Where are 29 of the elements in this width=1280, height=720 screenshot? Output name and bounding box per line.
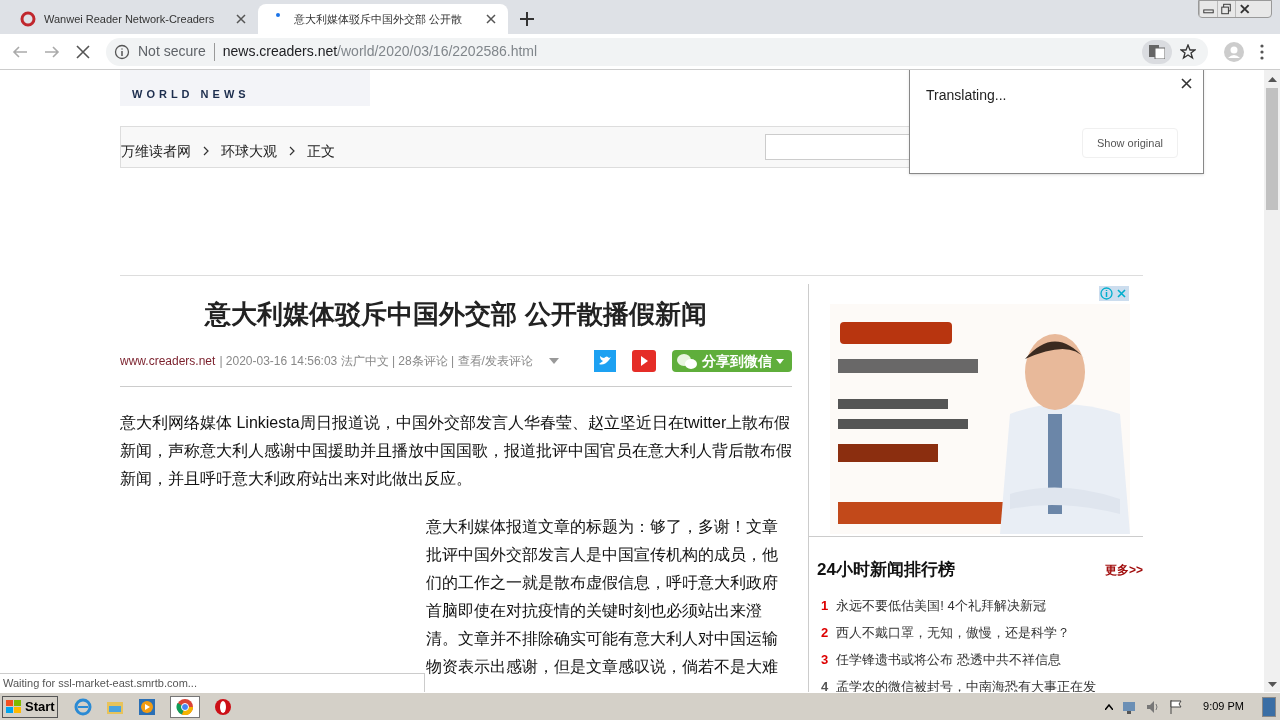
article-paragraph: 意大利媒体报道文章的标题为：够了，多谢！文章批评中国外交部发言人是中国宣传机构的成员，他们的工作之一就是散布虚假信息，呼吁意大利政府首脑即使在对抗疫情的关键时刻也必须站出来澄清。文章并不排除确实可能有意大利人对中国运输物资表示出感谢，但是文章感叹说，倘若不是大难 — [426, 517, 779, 677]
address-bar[interactable]: Not secure news.creaders.net/world/2020/03/16/2202586.html — [106, 37, 1208, 66]
article-title: 意大利媒体驳斥中国外交部 公开散播假新闻 — [203, 298, 708, 331]
start-button[interactable]: Start — [2, 695, 58, 718]
security-label: Not secure — [138, 42, 206, 61]
show-original-button[interactable]: Show original — [1081, 128, 1178, 158]
popup-message: Translating... — [926, 86, 1007, 105]
tab-title: 意大利媒体驳斥中国外交部 公开散 — [294, 11, 464, 27]
rank-number: 2 — [821, 624, 829, 643]
news-link[interactable]: 西人不戴口罩，无知，傲慢，还是科学？ — [836, 623, 1071, 643]
status-bubble: Waiting for ssl-market-east.smrtb.com... — [0, 673, 425, 692]
article-meta: | 2020-03-16 14:56:03 法广中文 | 28条评论 | 查看/发表评论 — [219, 353, 533, 370]
more-link[interactable]: 更多>> — [1105, 560, 1143, 579]
source-link[interactable]: www.creaders.net — [120, 352, 216, 370]
article-paragraph: 意大利网络媒体 Linkiesta周日报道说，中国外交部发言人华春莹、赵立坚近日在twitter上散布假新闻，声称意大利人感谢中国援助并且播放中国国歌，报道批评中国官员在意大利人背后散布假新闻，并且呼吁意大利政府站出来对此做出反应。 — [120, 413, 792, 489]
tab-title: Wanwei Reader Network-Creaders — [44, 11, 216, 27]
breadcrumb-current: 正文 — [307, 141, 335, 161]
news-link[interactable]: 永远不要低估美国! 4个礼拜解决新冠 — [836, 596, 1046, 616]
url-text: news.creaders.net/world/2020/03/16/2202586.html — [222, 42, 538, 61]
breadcrumb-link[interactable]: 万维读者网 — [121, 140, 191, 162]
section-heading: 24小时新闻排行榜 — [817, 559, 955, 581]
breadcrumb-link[interactable]: 环球大观 — [221, 140, 277, 162]
rank-number: 3 — [821, 651, 829, 670]
news-link[interactable]: 任学锋遗书或将公布 恐透中共不祥信息 — [836, 650, 1061, 670]
logo-text: WORLD NEWS — [132, 86, 250, 102]
rank-number: 1 — [821, 597, 829, 616]
rank-number: 4 — [821, 678, 829, 692]
clock: 9:09 PM — [1203, 699, 1244, 715]
browser-tab[interactable]: 意大利媒体驳斥中国外交部 公开散 — [258, 4, 508, 34]
